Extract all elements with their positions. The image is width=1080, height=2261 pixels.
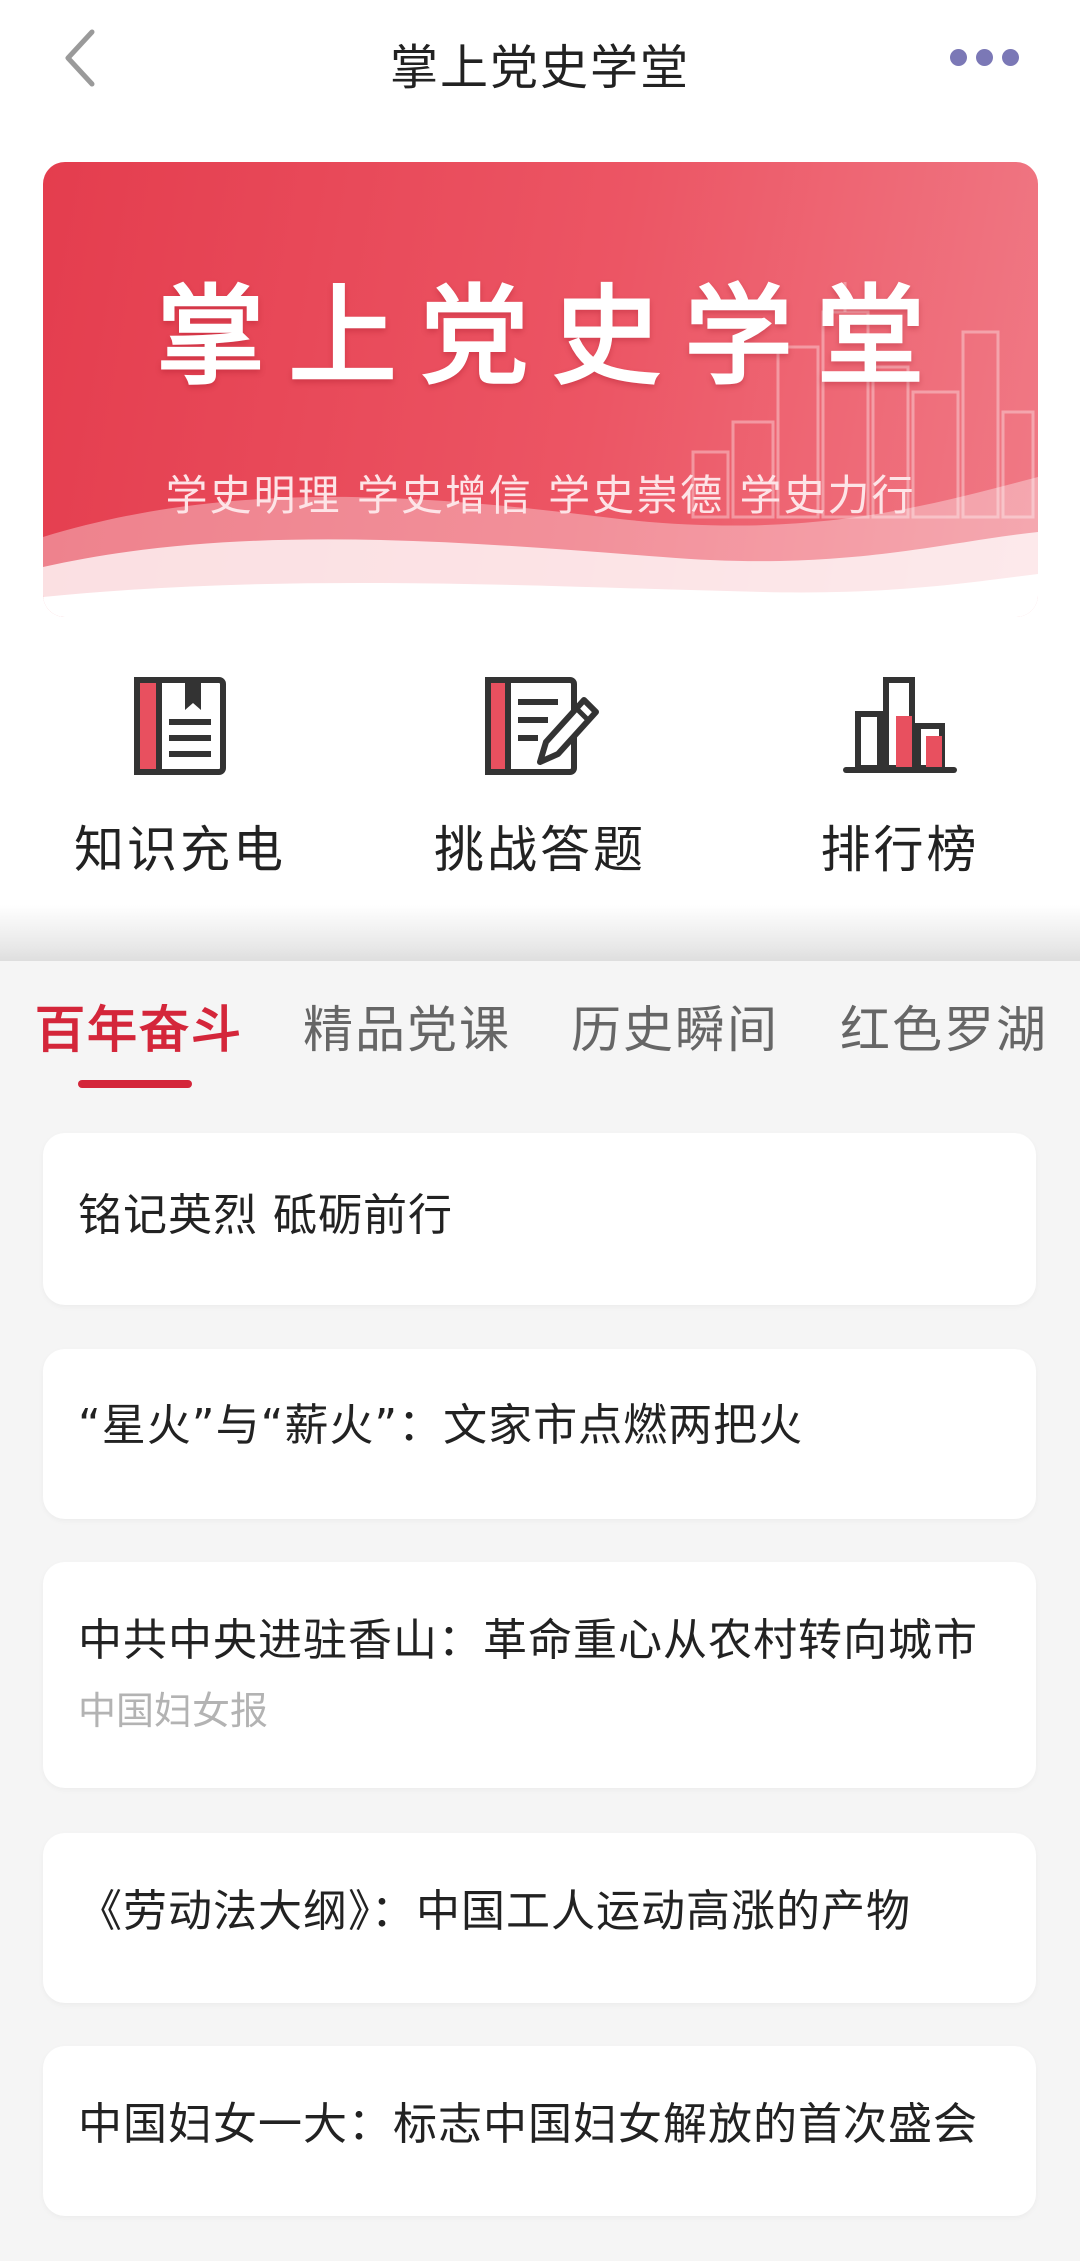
- article-title: 中国妇女一大：标志中国妇女解放的首次盛会: [78, 2099, 978, 2150]
- book-icon: [134, 677, 226, 775]
- banner-subtitle: 学史明理 学史增信 学史崇德 学史力行: [165, 471, 916, 520]
- article-card[interactable]: “星火”与“薪火”：文家市点燃两把火: [43, 1349, 1036, 1519]
- more-options-button[interactable]: [950, 38, 1050, 78]
- feature-challenge-quiz[interactable]: 挑战答题: [390, 670, 690, 930]
- feature-shortcuts: 知识充电 挑战答题 排行榜: [0, 670, 1080, 930]
- quiz-edit-icon: [485, 677, 599, 775]
- active-tab-indicator: [78, 1080, 192, 1088]
- ranking-chart-icon: [843, 677, 957, 773]
- page-title: 掌上党史学堂: [389, 40, 690, 96]
- header-section: 掌上党史学堂 学史明理 学史增信 学史崇德 学史力行 知识充电 挑战答题 排行榜: [0, 120, 1080, 960]
- article-card[interactable]: 《劳动法大纲》：中国工人运动高涨的产物: [43, 1833, 1036, 2003]
- article-card[interactable]: 铭记英烈 砥砺前行: [43, 1133, 1036, 1305]
- category-tabs: 百年奋斗 精品党课 历史瞬间 红色罗湖: [0, 962, 1080, 1112]
- feature-label: 挑战答题: [434, 821, 646, 879]
- article-title: “星火”与“薪火”：文家市点燃两把火: [78, 1400, 804, 1451]
- article-source: 中国妇女报: [78, 1689, 269, 1733]
- more-dots-icon: [950, 49, 967, 66]
- article-title: 《劳动法大纲》：中国工人运动高涨的产物: [78, 1886, 911, 1937]
- feature-label: 排行榜: [820, 821, 980, 879]
- article-title: 铭记英烈 砥砺前行: [78, 1190, 453, 1241]
- feature-label: 知识充电: [74, 821, 286, 879]
- tab-hongse-luohu[interactable]: 红色罗湖: [840, 990, 1048, 1062]
- feature-knowledge-charge[interactable]: 知识充电: [30, 670, 330, 930]
- article-title: 中共中央进驻香山：革命重心从农村转向城市: [78, 1615, 978, 1666]
- tab-bainian-fendou[interactable]: 百年奋斗: [35, 990, 243, 1062]
- article-card[interactable]: 中共中央进驻香山：革命重心从农村转向城市 中国妇女报: [43, 1562, 1036, 1788]
- tab-jingpin-dangke[interactable]: 精品党课: [303, 990, 511, 1062]
- top-nav-bar: 掌上党史学堂: [0, 0, 1080, 120]
- section-divider: [0, 905, 1080, 961]
- tab-lishi-shunjian[interactable]: 历史瞬间: [571, 990, 779, 1062]
- article-card[interactable]: 中国妇女一大：标志中国妇女解放的首次盛会: [43, 2046, 1036, 2216]
- banner-title: 掌上党史学堂: [156, 274, 949, 400]
- feature-ranking[interactable]: 排行榜: [750, 670, 1050, 930]
- banner[interactable]: 掌上党史学堂 学史明理 学史增信 学史崇德 学史力行: [43, 162, 1038, 617]
